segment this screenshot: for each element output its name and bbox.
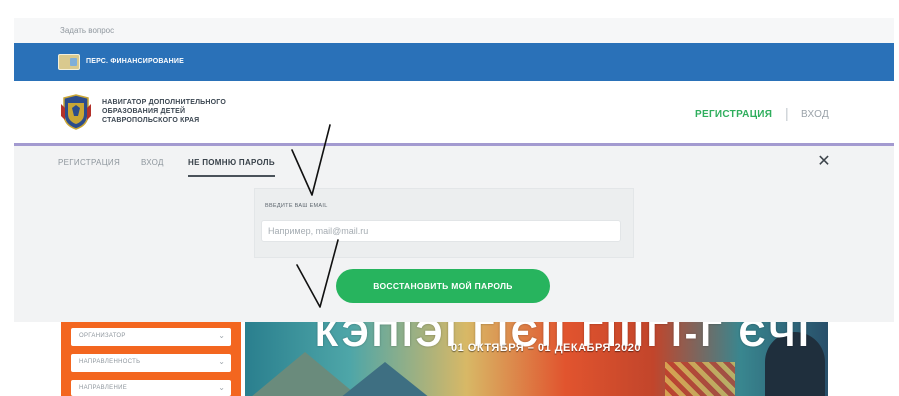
chevron-down-icon: ⌄	[218, 331, 225, 340]
tab-register[interactable]: РЕГИСТРАЦИЯ	[58, 158, 120, 167]
ask-question-bar: Задать вопрос	[14, 18, 894, 43]
chevron-down-icon: ⌄	[218, 357, 225, 366]
promo-dates: 01 ОКТЯБРЯ – 01 ДЕКАБРЯ 2020	[451, 342, 641, 354]
promo-banner[interactable]: КЭПІЭІ ГІЄІІ ГІЇЇГІ-Г ЄЧІ 01 ОКТЯБРЯ – 0…	[245, 322, 828, 396]
financing-card-icon	[58, 54, 80, 70]
close-icon[interactable]: ✕	[814, 152, 834, 172]
filter-label: НАПРАВЛЕНИЕ	[79, 385, 128, 391]
restore-password-button[interactable]: ВОССТАНОВИТЬ МОЙ ПАРОЛЬ	[336, 269, 550, 303]
page: Задать вопрос ПЕРС. ФИНАНСИРОВАНИЕ НАВИГ…	[0, 0, 899, 396]
promo-section: ОРГАНИЗАТОР ⌄ НАПРАВЛЕННОСТЬ ⌄ НАПРАВЛЕН…	[14, 322, 894, 396]
tab-login[interactable]: ВХОД	[141, 158, 164, 167]
email-label: ВВЕДИТЕ ВАШ EMAIL	[265, 203, 328, 209]
header-login-link[interactable]: ВХОД	[801, 109, 829, 120]
email-field[interactable]	[261, 220, 621, 242]
filter-label: ОРГАНИЗАТОР	[79, 333, 126, 339]
site-header: НАВИГАТОР ДОПОЛНИТЕЛЬНОГО ОБРАЗОВАНИЯ ДЕ…	[14, 81, 894, 144]
filter-direction-select[interactable]: НАПРАВЛЕНИЕ ⌄	[71, 380, 231, 396]
financing-link[interactable]: ПЕРС. ФИНАНСИРОВАНИЕ	[86, 58, 184, 65]
org-name: НАВИГАТОР ДОПОЛНИТЕЛЬНОГО ОБРАЗОВАНИЯ ДЕ…	[102, 98, 226, 125]
filter-focus-select[interactable]: НАПРАВЛЕННОСТЬ ⌄	[71, 354, 231, 372]
filter-organizer-select[interactable]: ОРГАНИЗАТОР ⌄	[71, 328, 231, 346]
password-recovery-modal: РЕГИСТРАЦИЯ ВХОД НЕ ПОМНЮ ПАРОЛЬ ✕ ВВЕДИ…	[14, 146, 894, 322]
banner-pattern-decoration	[665, 362, 735, 396]
tab-forgot-password[interactable]: НЕ ПОМНЮ ПАРОЛЬ	[188, 158, 275, 177]
email-form: ВВЕДИТЕ ВАШ EMAIL	[254, 188, 634, 258]
org-name-line: ОБРАЗОВАНИЯ ДЕТЕЙ	[102, 108, 186, 115]
filter-panel: ОРГАНИЗАТОР ⌄ НАПРАВЛЕННОСТЬ ⌄ НАПРАВЛЕН…	[61, 322, 241, 396]
ask-question-link[interactable]: Задать вопрос	[60, 26, 114, 35]
chevron-down-icon: ⌄	[218, 383, 225, 392]
banner-mountain-decoration	[335, 362, 435, 396]
org-name-line: НАВИГАТОР ДОПОЛНИТЕЛЬНОГО	[102, 99, 227, 106]
org-name-line: СТАВРОПОЛЬСКОГО КРАЯ	[102, 117, 200, 124]
right-spacer	[828, 322, 894, 396]
filter-label: НАПРАВЛЕННОСТЬ	[79, 359, 141, 365]
financing-bar: ПЕРС. ФИНАНСИРОВАНИЕ	[14, 43, 894, 81]
header-register-link[interactable]: РЕГИСТРАЦИЯ	[695, 109, 772, 120]
header-separator: |	[785, 105, 789, 121]
coat-of-arms-icon	[61, 94, 91, 130]
